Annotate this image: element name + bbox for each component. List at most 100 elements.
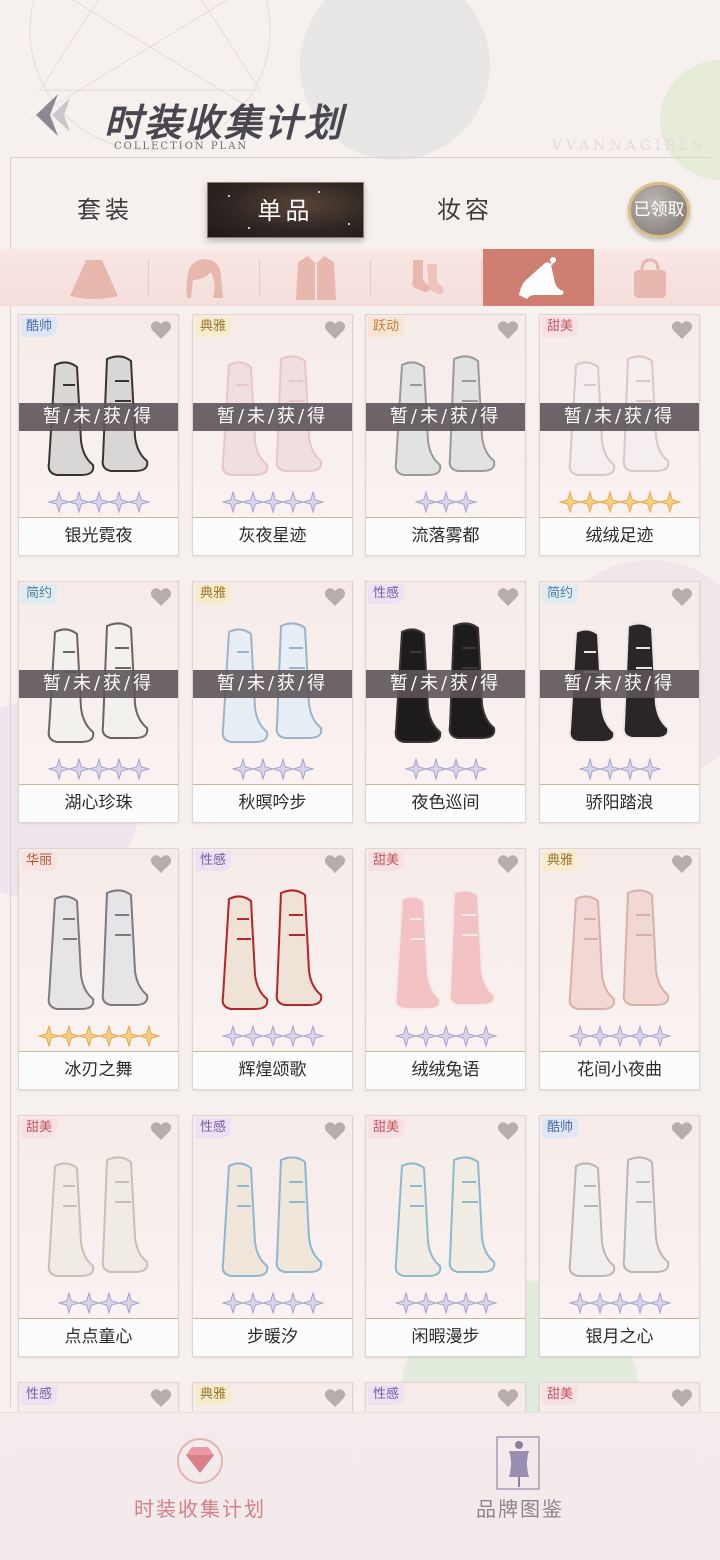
favorite-heart-icon[interactable] [497, 320, 519, 340]
item-card[interactable]: 典雅 暂/未/获/得 灰夜星迹 [192, 314, 353, 556]
item-card[interactable]: 性感 步暖汐 [192, 1115, 353, 1357]
star-icon [291, 758, 314, 780]
favorite-heart-icon[interactable] [671, 320, 693, 340]
favorite-heart-icon[interactable] [671, 854, 693, 874]
style-tag: 甜美 [542, 1385, 579, 1405]
favorite-heart-icon[interactable] [150, 854, 172, 874]
star-rating [366, 491, 525, 513]
star-icon [454, 491, 477, 513]
not-obtained-banner: 暂/未/获/得 [19, 670, 178, 698]
star-icon [394, 1025, 417, 1047]
favorite-heart-icon[interactable] [671, 587, 693, 607]
star-icon [87, 758, 110, 780]
item-card[interactable]: 酷帅 暂/未/获/得 银光霓夜 [18, 314, 179, 556]
category-handbag[interactable] [594, 249, 705, 306]
item-card[interactable]: 简约 暂/未/获/得 骄阳踏浪 [539, 581, 700, 823]
favorite-heart-icon[interactable] [150, 320, 172, 340]
favorite-heart-icon[interactable] [671, 1388, 693, 1408]
tab-label: 妆容 [437, 196, 493, 224]
shoe-image [568, 889, 670, 1010]
star-icon [221, 491, 244, 513]
star-rating [19, 1292, 178, 1314]
style-tag: 典雅 [195, 584, 232, 604]
favorite-heart-icon[interactable] [671, 1121, 693, 1141]
favorite-heart-icon[interactable] [497, 587, 519, 607]
style-tag: 性感 [21, 1385, 58, 1405]
star-icon [558, 491, 581, 513]
favorite-heart-icon[interactable] [324, 854, 346, 874]
item-name-bar: 绒绒兔语 [366, 1051, 525, 1089]
item-card[interactable]: 典雅 花间小夜曲 [539, 848, 700, 1090]
star-icon [221, 1025, 244, 1047]
star-icon [221, 1292, 244, 1314]
item-card[interactable]: 跃动 暂/未/获/得 流落雾都 [365, 314, 526, 556]
nav-brand-catalog[interactable]: 品牌图鉴 [340, 1413, 700, 1560]
style-tag: 性感 [368, 584, 405, 604]
star-icon [261, 1025, 284, 1047]
item-card[interactable]: 甜美 绒绒兔语 [365, 848, 526, 1090]
star-icon [301, 1025, 324, 1047]
item-card[interactable]: 典雅 暂/未/获/得 秋暝吟步 [192, 581, 353, 823]
item-card[interactable]: 甜美 暂/未/获/得 绒绒足迹 [539, 314, 700, 556]
star-icon [97, 1025, 120, 1047]
star-icon [588, 1292, 611, 1314]
tab-single-item[interactable]: 单品 [207, 182, 364, 238]
favorite-heart-icon[interactable] [150, 1388, 172, 1408]
category-socks[interactable] [371, 249, 482, 306]
style-tag: 典雅 [195, 317, 232, 337]
category-hair[interactable] [149, 249, 260, 306]
item-card[interactable]: 甜美 点点童心 [18, 1115, 179, 1357]
category-skirt[interactable] [38, 249, 149, 306]
star-icon [127, 491, 150, 513]
tab-outfit[interactable]: 套装 [40, 182, 170, 238]
star-icon [301, 491, 324, 513]
star-icon [598, 491, 621, 513]
favorite-heart-icon[interactable] [497, 1388, 519, 1408]
favorite-heart-icon[interactable] [324, 1388, 346, 1408]
item-name: 步暖汐 [247, 1327, 298, 1347]
style-tag: 跃动 [368, 317, 405, 337]
bottom-nav: 时装收集计划 品牌图鉴 [0, 1412, 720, 1560]
not-obtained-banner: 暂/未/获/得 [193, 403, 352, 431]
star-icon [241, 491, 264, 513]
star-rating [366, 758, 525, 780]
favorite-heart-icon[interactable] [150, 587, 172, 607]
star-icon [47, 758, 70, 780]
item-card[interactable]: 简约 暂/未/获/得 湖心珍珠 [18, 581, 179, 823]
star-icon [77, 1025, 100, 1047]
hair-icon [186, 258, 223, 298]
item-name: 秋暝吟步 [238, 793, 307, 813]
favorite-heart-icon[interactable] [324, 1121, 346, 1141]
star-icon [474, 1025, 497, 1047]
page-subtitle: COLLECTION PLAN [114, 141, 249, 152]
star-icon [628, 1025, 651, 1047]
item-card[interactable]: 性感 辉煌颂歌 [192, 848, 353, 1090]
favorite-heart-icon[interactable] [497, 854, 519, 874]
page-title: 时装收集计划 [104, 100, 345, 145]
nav-collection-plan[interactable]: 时装收集计划 [20, 1413, 380, 1560]
star-icon [394, 1292, 417, 1314]
item-name: 湖心珍珠 [64, 793, 133, 813]
category-coat[interactable] [260, 249, 371, 306]
favorite-heart-icon[interactable] [497, 1121, 519, 1141]
tab-label: 单品 [257, 197, 314, 225]
star-icon [648, 1292, 671, 1314]
claimed-badge-button[interactable]: 已领取 [628, 182, 690, 238]
star-icon [608, 1292, 631, 1314]
star-icon [434, 1292, 457, 1314]
category-high-heels[interactable] [483, 249, 594, 306]
star-icon [117, 1025, 140, 1047]
item-card[interactable]: 甜美 闲暇漫步 [365, 1115, 526, 1357]
favorite-heart-icon[interactable] [324, 587, 346, 607]
back-arrow-icon[interactable] [28, 92, 74, 138]
item-card[interactable]: 性感 暂/未/获/得 夜色巡间 [365, 581, 526, 823]
star-icon [454, 1025, 477, 1047]
shoe-image [394, 1156, 496, 1277]
tab-makeup[interactable]: 妆容 [400, 182, 530, 238]
star-icon [231, 758, 254, 780]
favorite-heart-icon[interactable] [324, 320, 346, 340]
favorite-heart-icon[interactable] [150, 1121, 172, 1141]
header: 时装收集计划 COLLECTION PLAN VVANNAGIRLS [0, 0, 720, 160]
item-card[interactable]: 华丽 冰刃之舞 [18, 848, 179, 1090]
item-card[interactable]: 酷帅 银月之心 [539, 1115, 700, 1357]
